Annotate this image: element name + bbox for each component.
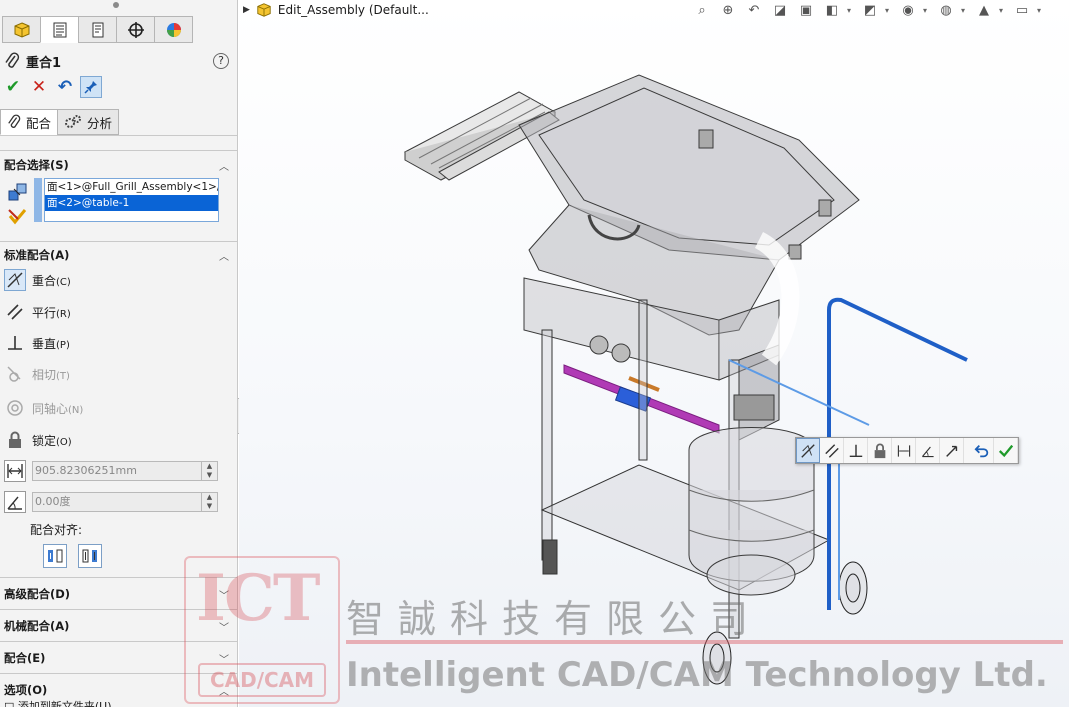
mate-context-toolbar: [795, 437, 1019, 464]
mate-label: 相切(T): [32, 367, 70, 382]
mate-label: 垂直(P): [32, 336, 70, 351]
section-title: 配合选择(S): [4, 158, 69, 172]
angle-value: 0.00度: [35, 495, 71, 508]
distance-icon[interactable]: [4, 460, 26, 482]
lock-icon: [4, 429, 26, 451]
coincident-icon[interactable]: [796, 438, 820, 463]
tab-dimxpertmanager[interactable]: [116, 16, 155, 43]
tab-analysis[interactable]: 分析: [57, 109, 120, 135]
spin-button[interactable]: ▲ ▼: [201, 493, 217, 511]
angle-field[interactable]: 0.00度 ▲ ▼: [32, 492, 218, 512]
parallel-icon: [4, 301, 26, 323]
assembly-icon: [14, 21, 29, 38]
mate-perpendicular[interactable]: 垂直(P): [4, 331, 70, 355]
manager-tabs: [2, 16, 193, 44]
aligned-icon: [48, 549, 63, 563]
undo-icon[interactable]: [970, 438, 994, 463]
tab-propertymanager[interactable]: [40, 16, 79, 43]
mate-entity-check-icon: [8, 209, 27, 225]
mate-label: 锁定(O): [32, 433, 72, 448]
mate-lock[interactable]: 锁定(O): [4, 428, 72, 452]
entities-to-mate-icon: [8, 183, 27, 201]
watermark-divider: [346, 640, 1063, 644]
tab-featuremanager[interactable]: [2, 16, 41, 43]
divider: [0, 135, 237, 136]
section-title: 机械配合(A): [4, 619, 70, 633]
section-title: 标准配合(A): [4, 248, 70, 262]
watermark-logo-sub: CAD/CAM: [198, 663, 326, 697]
parallel-icon[interactable]: [820, 438, 844, 463]
chevron-up-icon[interactable]: ︿: [219, 158, 229, 173]
distance-field[interactable]: 905.82306251mm ▲ ▼: [32, 461, 218, 481]
pm-header: 重合1 ?: [4, 50, 229, 72]
mate-label: 同轴心(N): [32, 401, 84, 416]
distance-value: 905.82306251mm: [35, 464, 137, 477]
watermark-logo-text: ICT: [196, 561, 320, 636]
perpendicular-icon[interactable]: [844, 438, 868, 463]
anti-aligned-icon: [82, 549, 97, 563]
mate-concentric[interactable]: 同轴心(N): [4, 396, 83, 420]
list-item[interactable]: 面<2>@table-1: [45, 195, 218, 211]
watermark-company-en: Intelligent CAD/CAM Technology Ltd.: [346, 655, 1048, 695]
concentric-icon: [4, 397, 26, 419]
anti-aligned-button[interactable]: [78, 544, 102, 568]
tab-displaymanager[interactable]: [154, 16, 193, 43]
gears-icon: [65, 115, 82, 128]
chevron-up-icon[interactable]: ︿: [219, 248, 229, 263]
divider: [0, 241, 237, 242]
ok-button[interactable]: ✔: [2, 76, 24, 98]
perpendicular-icon: [4, 332, 26, 354]
mate-tangent[interactable]: 相切(T): [4, 362, 70, 386]
undo-button[interactable]: ↶: [54, 76, 76, 98]
angle-icon[interactable]: [916, 438, 940, 463]
cancel-button[interactable]: ✕: [28, 76, 50, 98]
divider: [0, 150, 237, 151]
mate-parallel[interactable]: 平行(R): [4, 300, 71, 324]
ok-icon[interactable]: [994, 438, 1018, 463]
crosshair-icon: [127, 21, 144, 38]
property-list-icon: [53, 22, 66, 37]
standard-mates-header[interactable]: 标准配合(A) ︿: [4, 246, 229, 264]
pm-actions: ✔ ✕ ↶: [2, 76, 102, 98]
coincident-icon: [4, 269, 26, 291]
list-item[interactable]: 面<1>@Full_Grill_Assembly<1>/l: [45, 179, 218, 195]
lock-icon[interactable]: [868, 438, 892, 463]
appearance-pie-icon: [166, 22, 181, 37]
page-title: 重合1: [26, 55, 62, 71]
distance-icon[interactable]: [892, 438, 916, 463]
section-title: 高级配合(D): [4, 587, 71, 601]
mate-coincident[interactable]: 重合(C): [4, 268, 71, 292]
paperclip-icon: [5, 52, 20, 68]
flip-alignment-icon[interactable]: [940, 438, 964, 463]
angle-icon[interactable]: [4, 491, 26, 513]
panel-handle[interactable]: [113, 2, 119, 8]
mate-selections-header[interactable]: 配合选择(S) ︿: [4, 156, 229, 174]
paperclip-icon: [8, 114, 21, 128]
help-icon[interactable]: ?: [213, 53, 229, 69]
tab-label: 分析: [87, 115, 113, 131]
tab-mates[interactable]: 配合: [0, 109, 59, 135]
mate-alignment-label: 配合对齐:: [30, 523, 83, 537]
watermark-company-cn: 智誠科技有限公司: [346, 597, 763, 641]
config-icon: [92, 22, 103, 37]
tangent-icon: [4, 363, 26, 385]
mate-selection-list[interactable]: 面<1>@Full_Grill_Assembly<1>/l 面<2>@table…: [44, 178, 219, 222]
section-title: 配合(E): [4, 651, 46, 665]
selection-marker: [34, 178, 42, 222]
pin-button[interactable]: [80, 76, 102, 98]
tab-label: 配合: [26, 115, 52, 131]
pin-icon: [84, 81, 97, 94]
tab-configurationmanager[interactable]: [78, 16, 117, 43]
mate-label: 重合(C): [32, 273, 71, 288]
aligned-button[interactable]: [43, 544, 67, 568]
add-to-folder-option[interactable]: □ 添加到新文件夹(U): [4, 698, 112, 707]
section-title: 选项(O): [4, 683, 48, 697]
mate-label: 平行(R): [32, 305, 71, 320]
spin-button[interactable]: ▲ ▼: [201, 462, 217, 480]
pm-subtabs: 配合 分析: [0, 109, 120, 136]
